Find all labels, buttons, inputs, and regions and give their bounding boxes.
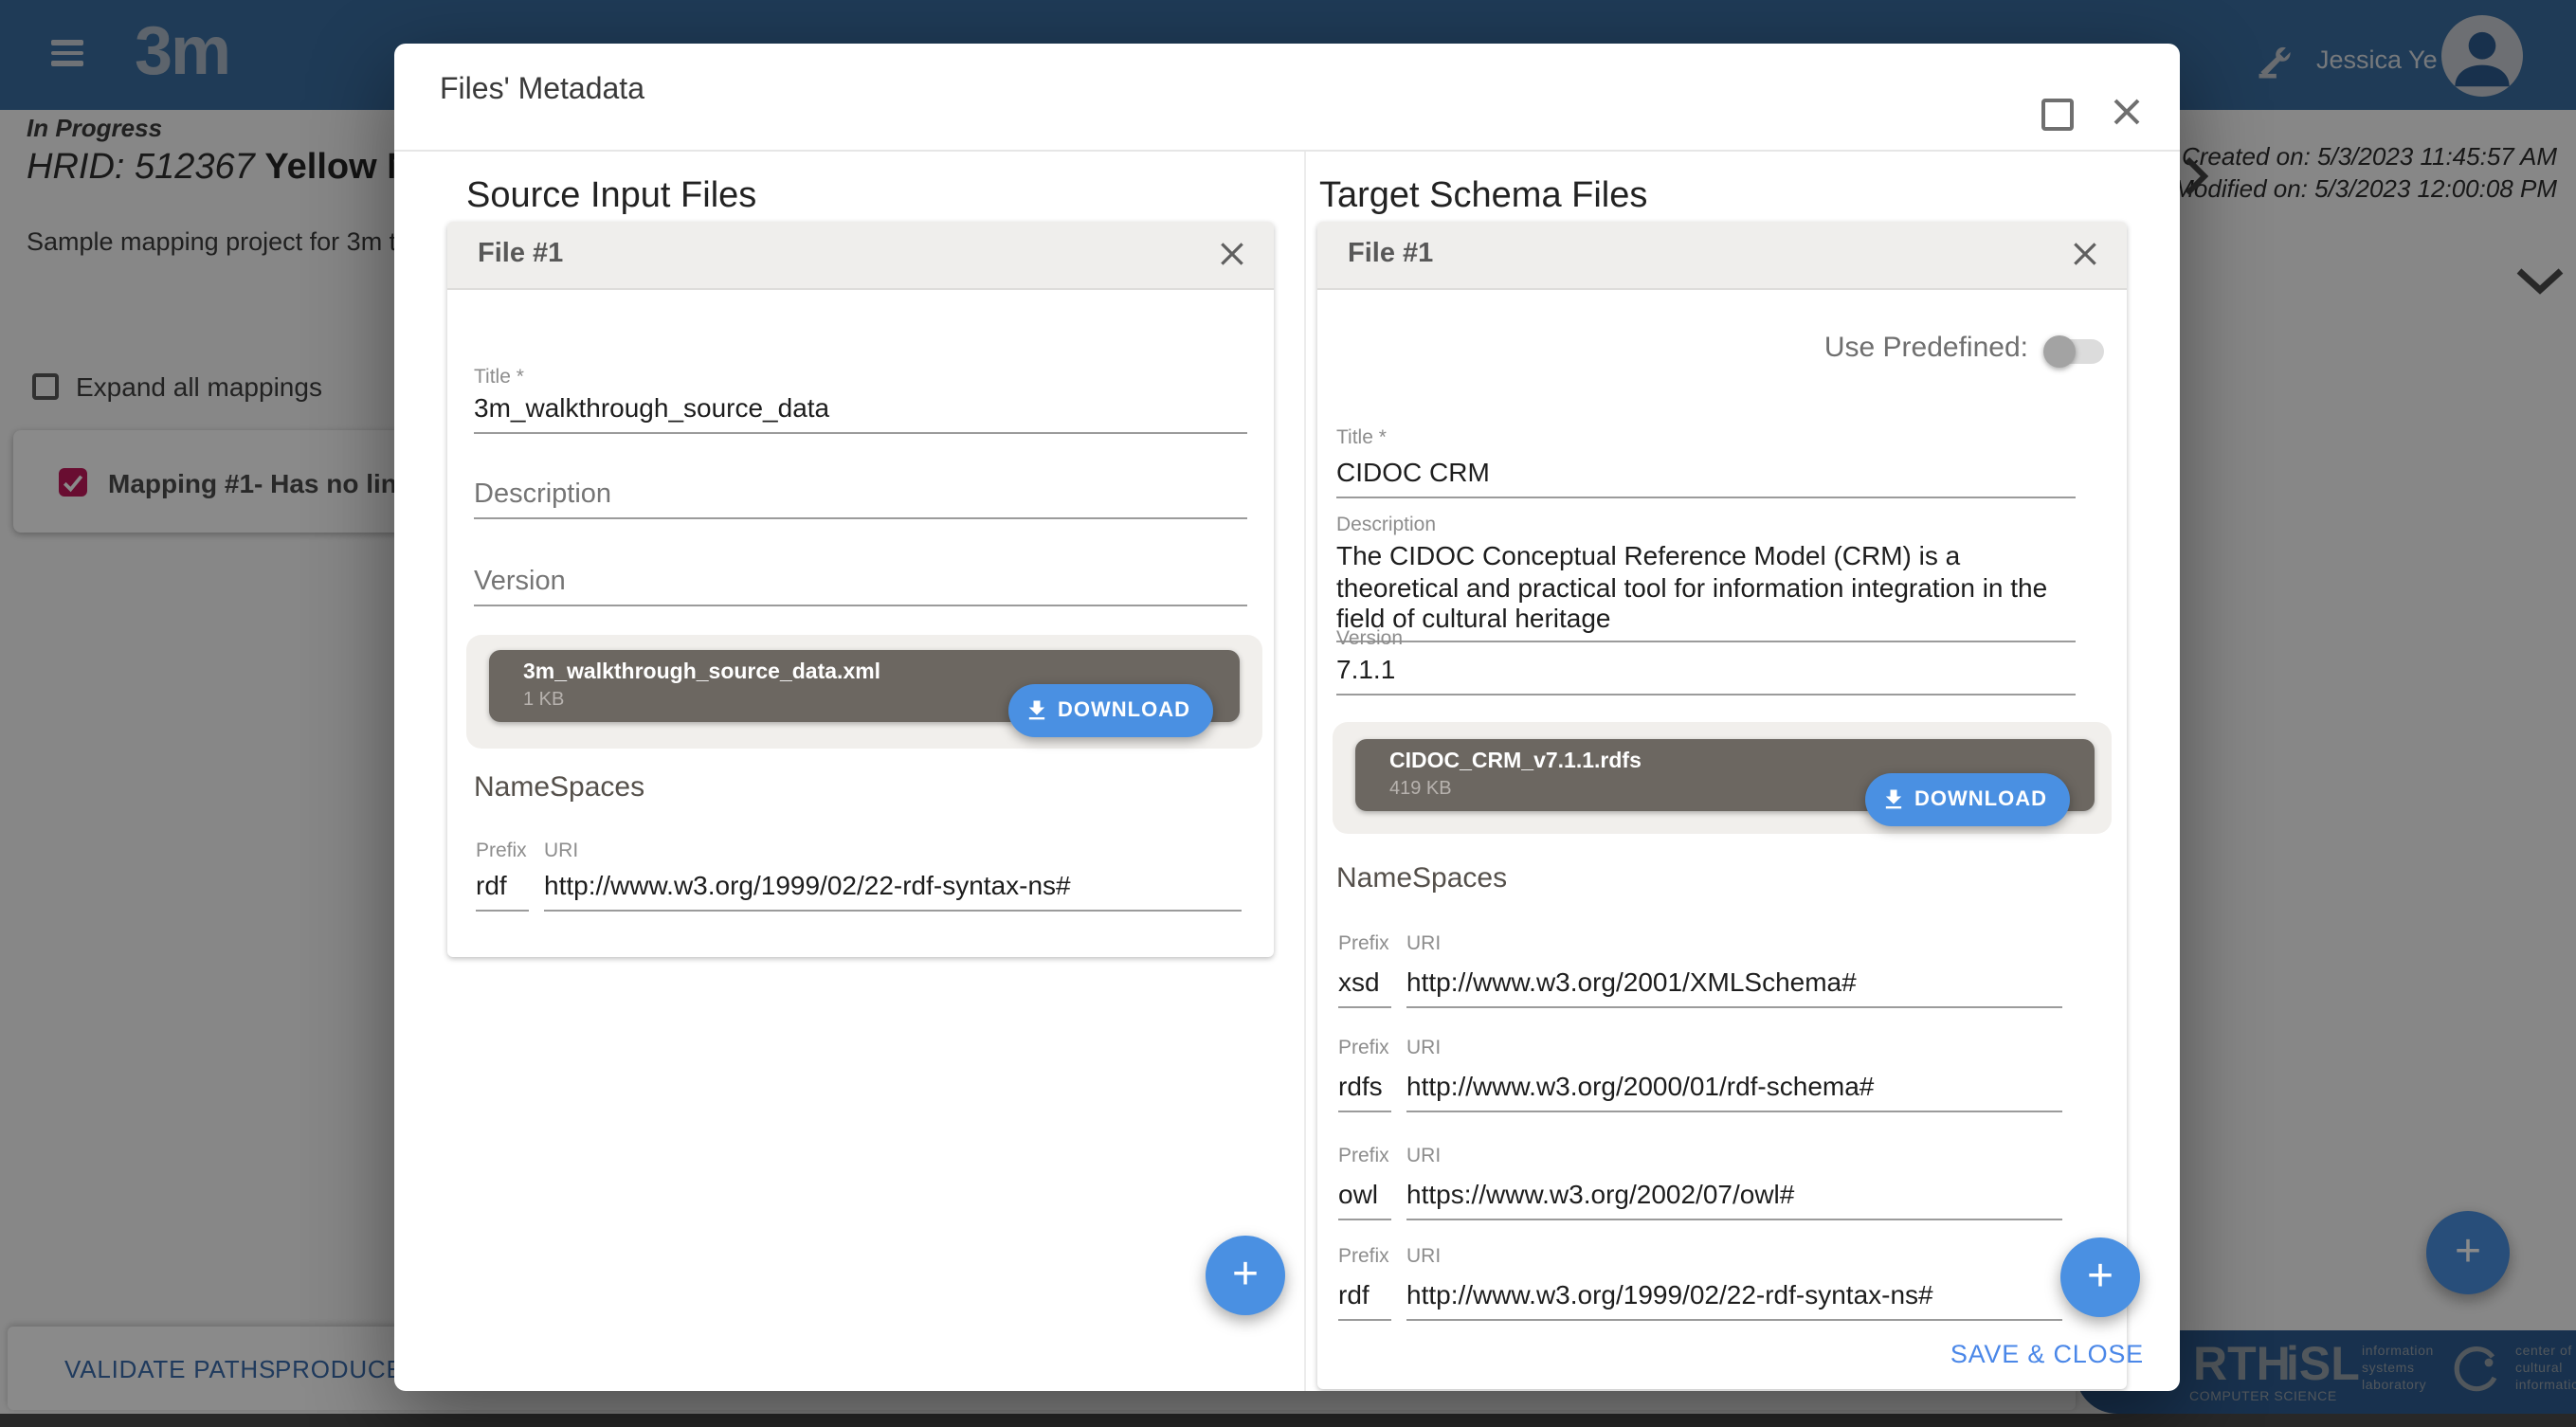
target-file-size: 419 KB [1389, 779, 1452, 800]
use-predefined-label: Use Predefined: [1317, 332, 2028, 364]
target-ns-uri-input[interactable]: http://www.w3.org/2000/01/rdf-schema# [1406, 1071, 2062, 1112]
app-root: 3m Jessica Ye In Progress HRID: 512367 Y… [0, 0, 2576, 1427]
source-ns-prefix-input[interactable]: rdf [476, 870, 529, 912]
source-version-input[interactable]: Version [474, 567, 1247, 606]
close-icon[interactable] [2110, 95, 2144, 129]
uri-label: URI [1406, 932, 1441, 955]
target-ns-prefix-input[interactable]: rdf [1338, 1279, 1391, 1321]
target-card-header: File #1 [1317, 222, 2127, 290]
uri-label: URI [1406, 1245, 1441, 1268]
source-file-card: File #1 Title * 3m_walkthrough_source_da… [447, 222, 1274, 957]
prefix-label: Prefix [1338, 1037, 1389, 1059]
maximize-icon[interactable] [2041, 99, 2074, 131]
download-icon [1024, 697, 1050, 724]
uri-label: URI [544, 840, 578, 862]
remove-file-icon[interactable] [2070, 239, 2100, 269]
target-title-input[interactable]: CIDOC CRM [1336, 457, 2076, 498]
download-icon [1880, 786, 1907, 813]
target-file-card: File #1 Use Predefined: Title * CIDOC CR… [1317, 222, 2127, 1389]
target-card-label: File #1 [1348, 239, 1433, 269]
target-version-label: Version [1336, 627, 1403, 650]
source-download-button[interactable]: DOWNLOAD [1008, 684, 1213, 737]
target-namespaces-heading: NameSpaces [1336, 862, 1507, 894]
target-ns-uri-input[interactable]: http://www.w3.org/2001/XMLSchema# [1406, 966, 2062, 1008]
prefix-label: Prefix [1338, 1145, 1389, 1167]
source-file-chip: 3m_walkthrough_source_data.xml 1 KB DOWN… [466, 635, 1262, 749]
prefix-label: Prefix [1338, 1245, 1389, 1268]
target-description-label: Description [1336, 514, 1436, 536]
files-metadata-dialog: Files' Metadata Source Input Files File … [394, 44, 2180, 1391]
toggle-thumb [2043, 335, 2076, 368]
plus-icon: + [1232, 1249, 1259, 1302]
target-files-heading: Target Schema Files [1319, 176, 1647, 218]
target-ns-prefix-input[interactable]: rdfs [1338, 1071, 1391, 1112]
dialog-title: Files' Metadata [440, 74, 644, 108]
target-file-name: CIDOC_CRM_v7.1.1.rdfs [1389, 750, 1642, 773]
target-version-input[interactable]: 7.1.1 [1336, 654, 2076, 695]
source-description-input[interactable]: Description [474, 479, 1247, 519]
use-predefined-toggle[interactable] [2047, 339, 2104, 364]
source-card-label: File #1 [478, 239, 563, 269]
target-ns-prefix-input[interactable]: xsd [1338, 966, 1391, 1008]
target-ns-uri-input[interactable]: https://www.w3.org/2002/07/owl# [1406, 1179, 2062, 1220]
add-target-file-fab[interactable]: + [2060, 1237, 2140, 1317]
target-download-button[interactable]: DOWNLOAD [1865, 773, 2070, 826]
target-file-chip: CIDOC_CRM_v7.1.1.rdfs 419 KB DOWNLOAD [1333, 722, 2112, 834]
source-card-header: File #1 [447, 222, 1274, 290]
source-file-size: 1 KB [523, 690, 564, 711]
uri-label: URI [1406, 1145, 1441, 1167]
source-file-name: 3m_walkthrough_source_data.xml [523, 661, 880, 684]
remove-file-icon[interactable] [1217, 239, 1247, 269]
column-divider [1304, 152, 1306, 1391]
save-and-close-button[interactable]: SAVE & CLOSE [1950, 1340, 2144, 1368]
plus-icon: + [2087, 1251, 2113, 1304]
source-ns-uri-input[interactable]: http://www.w3.org/1999/02/22-rdf-syntax-… [544, 870, 1242, 912]
prefix-label: Prefix [1338, 932, 1389, 955]
header-divider [394, 150, 2180, 152]
prefix-label: Prefix [476, 840, 527, 862]
source-namespaces-heading: NameSpaces [474, 771, 644, 804]
target-title-label: Title * [1336, 426, 1387, 449]
target-description-input[interactable]: The CIDOC Conceptual Reference Model (CR… [1336, 540, 2076, 641]
source-title-label: Title * [474, 366, 524, 388]
uri-label: URI [1406, 1037, 1441, 1059]
add-source-file-fab[interactable]: + [1206, 1236, 1285, 1315]
source-title-input[interactable]: 3m_walkthrough_source_data [474, 392, 1247, 434]
source-files-heading: Source Input Files [466, 176, 756, 218]
target-ns-uri-input[interactable]: http://www.w3.org/1999/02/22-rdf-syntax-… [1406, 1279, 2062, 1321]
target-ns-prefix-input[interactable]: owl [1338, 1179, 1391, 1220]
